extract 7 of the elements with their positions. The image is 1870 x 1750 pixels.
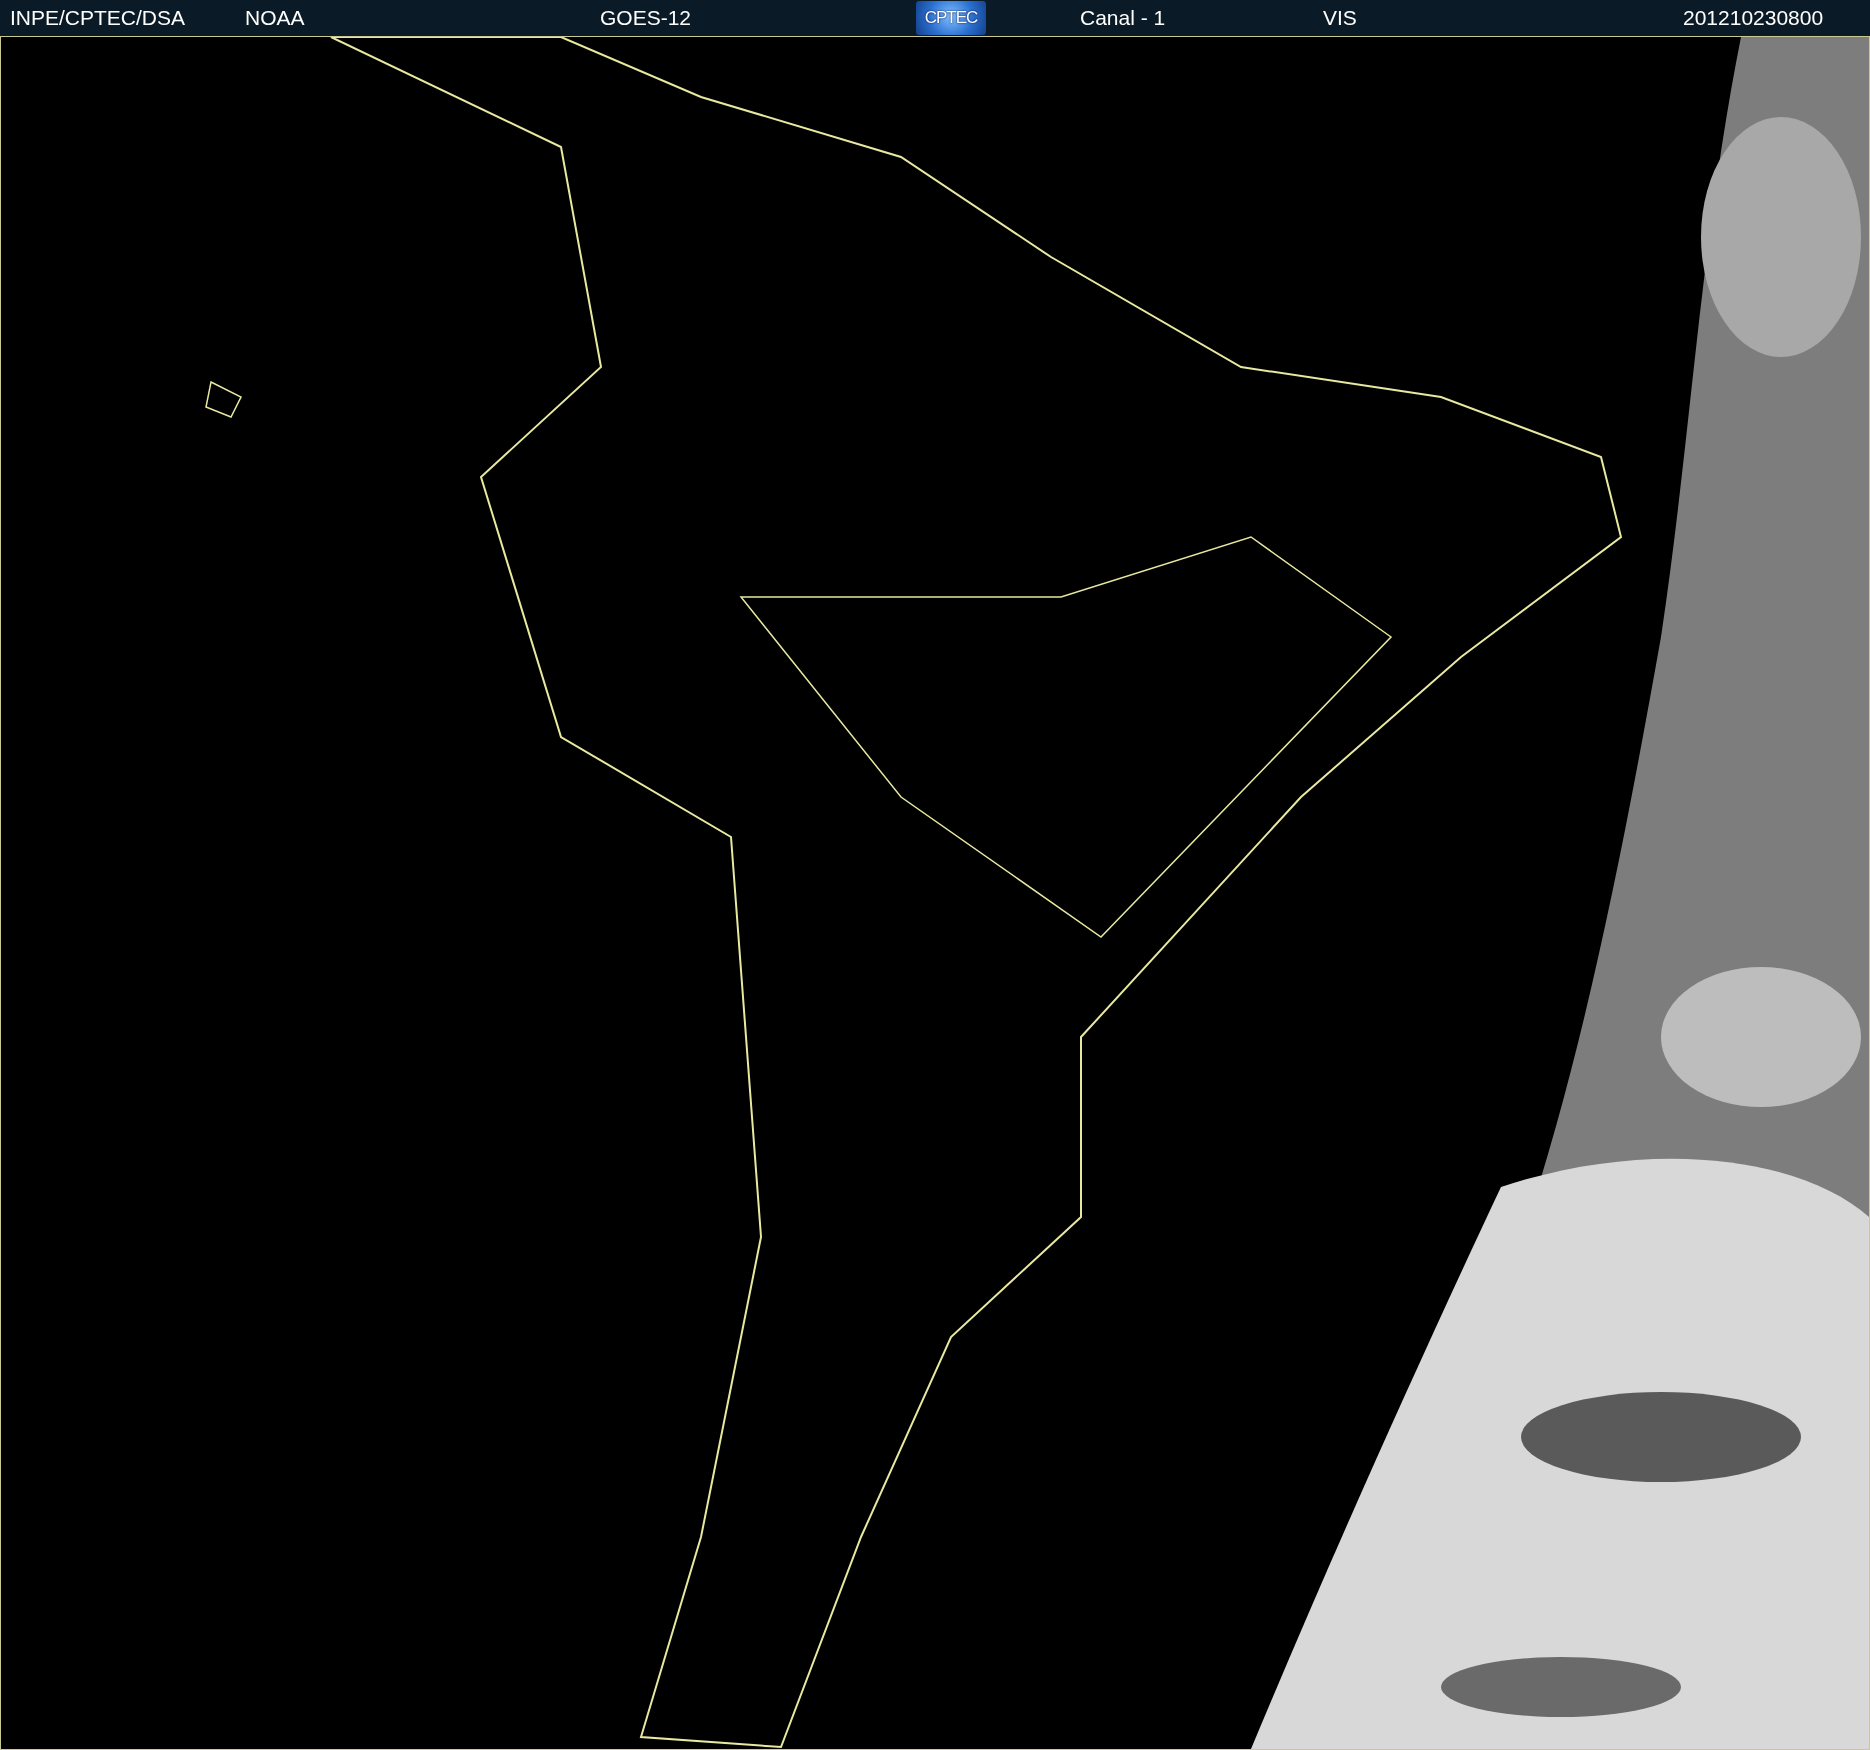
band-label: VIS — [1323, 6, 1358, 30]
channel-label: Canal - 1 — [1080, 6, 1167, 30]
source-label: INPE/CPTEC/DSA — [9, 6, 187, 30]
timestamp-label: 201210230800 — [1683, 6, 1825, 30]
logo-badge: CPTEC — [916, 1, 986, 35]
agency-label: NOAA — [245, 6, 306, 30]
satellite-label: GOES-12 — [600, 6, 693, 30]
